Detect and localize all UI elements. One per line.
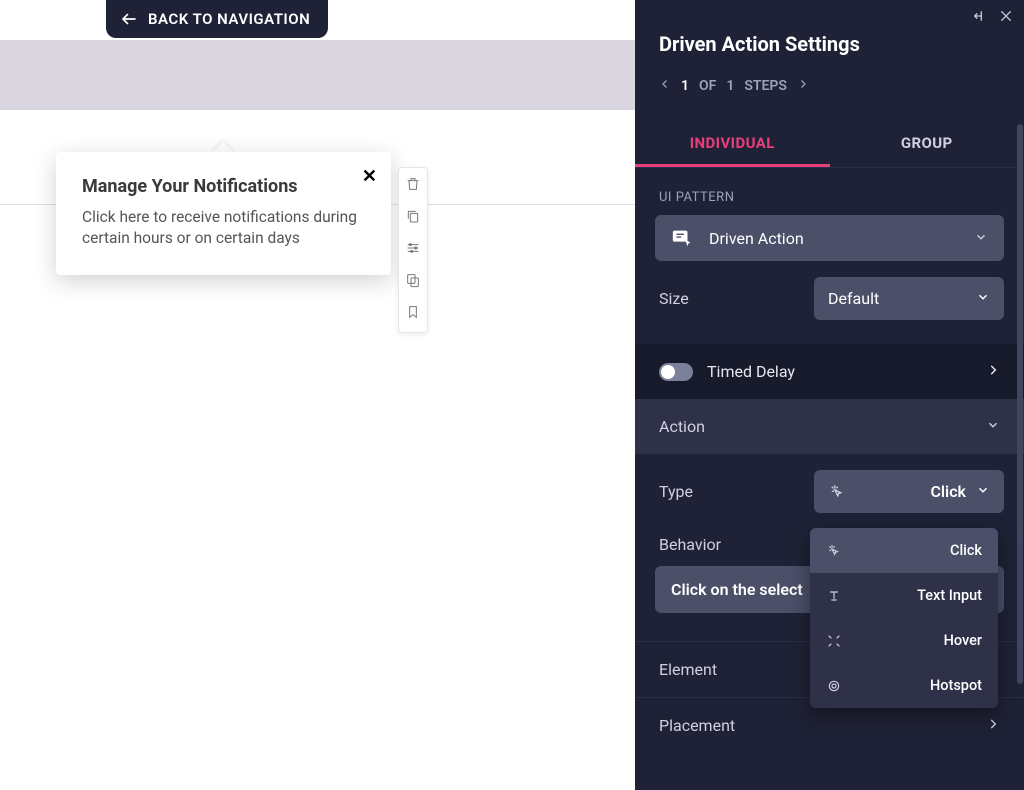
back-to-navigation-button[interactable]: BACK TO NAVIGATION xyxy=(106,0,328,38)
duplicate-icon[interactable] xyxy=(405,272,421,292)
close-panel-icon[interactable] xyxy=(998,8,1014,28)
type-option-label: Text Input xyxy=(852,587,982,604)
chevron-down-icon xyxy=(986,417,1000,436)
chevron-right-icon xyxy=(986,716,1000,735)
step-of: OF xyxy=(699,78,716,94)
back-label: BACK TO NAVIGATION xyxy=(148,10,310,28)
canvas-header-strip xyxy=(0,40,635,110)
bookmark-icon[interactable] xyxy=(405,304,421,324)
copy-icon[interactable] xyxy=(405,208,421,228)
step-indicator: 1 OF 1 STEPS xyxy=(635,56,1024,94)
timed-delay-label: Timed Delay xyxy=(707,362,795,381)
type-option-click[interactable]: Click xyxy=(810,528,998,573)
timed-delay-row[interactable]: Timed Delay xyxy=(635,344,1024,399)
driven-action-icon xyxy=(669,227,695,249)
chevron-down-icon xyxy=(976,482,990,501)
ui-pattern-label: UI PATTERN xyxy=(635,168,1024,215)
action-section-label: Action xyxy=(659,417,705,436)
type-dropdown-menu: Click Text Input Hover Hotspot xyxy=(810,528,998,708)
trash-icon[interactable] xyxy=(405,176,421,196)
settings-tabs: INDIVIDUAL GROUP xyxy=(635,122,1024,168)
size-value: Default xyxy=(828,289,879,308)
behavior-value: Click on the select xyxy=(671,580,803,599)
step-unit: STEPS xyxy=(744,78,787,94)
tooltip-body: Click here to receive notifications duri… xyxy=(82,207,361,249)
type-option-label: Hover xyxy=(852,632,982,649)
chevron-down-icon xyxy=(974,229,990,248)
type-label: Type xyxy=(659,482,693,501)
canvas: BACK TO NAVIGATION ✕ Manage Your Notific… xyxy=(0,0,635,790)
type-option-text-input[interactable]: Text Input xyxy=(810,573,998,618)
text-input-icon xyxy=(826,588,852,604)
type-dropdown[interactable]: Click xyxy=(814,470,1004,513)
click-icon xyxy=(828,483,854,501)
sliders-icon[interactable] xyxy=(405,240,421,260)
step-current: 1 xyxy=(681,78,689,94)
hotspot-icon xyxy=(826,678,852,694)
hover-icon xyxy=(826,633,852,649)
tab-individual[interactable]: INDIVIDUAL xyxy=(635,122,830,167)
step-next-button[interactable] xyxy=(797,78,809,94)
tooltip-title: Manage Your Notifications xyxy=(82,176,361,197)
ui-pattern-value: Driven Action xyxy=(709,229,960,248)
panel-title: Driven Action Settings xyxy=(635,0,1024,56)
chevron-right-icon xyxy=(986,362,1000,381)
size-dropdown[interactable]: Default xyxy=(814,277,1004,320)
tooltip-card[interactable]: ✕ Manage Your Notifications Click here t… xyxy=(56,152,391,275)
type-value: Click xyxy=(854,482,966,501)
timed-delay-toggle[interactable] xyxy=(659,363,693,381)
type-option-hotspot[interactable]: Hotspot xyxy=(810,663,998,708)
step-prev-button[interactable] xyxy=(659,78,671,94)
tooltip-tool-column xyxy=(398,167,428,333)
action-section-header[interactable]: Action xyxy=(635,399,1024,454)
click-icon xyxy=(826,543,852,559)
chevron-down-icon xyxy=(976,289,990,308)
placement-section-label: Placement xyxy=(659,716,735,735)
type-option-hover[interactable]: Hover xyxy=(810,618,998,663)
ui-pattern-dropdown[interactable]: Driven Action xyxy=(655,215,1004,261)
tab-group[interactable]: GROUP xyxy=(830,122,1024,167)
panel-scrollbar[interactable] xyxy=(1017,124,1023,684)
tooltip-close-button[interactable]: ✕ xyxy=(362,166,377,187)
type-option-label: Click xyxy=(852,542,982,559)
step-total: 1 xyxy=(726,78,734,94)
element-section-label: Element xyxy=(659,660,717,679)
behavior-label: Behavior xyxy=(659,535,721,554)
collapse-panel-icon[interactable] xyxy=(972,8,988,28)
size-label: Size xyxy=(659,289,689,308)
type-option-label: Hotspot xyxy=(852,677,982,694)
arrow-left-icon xyxy=(120,10,138,28)
